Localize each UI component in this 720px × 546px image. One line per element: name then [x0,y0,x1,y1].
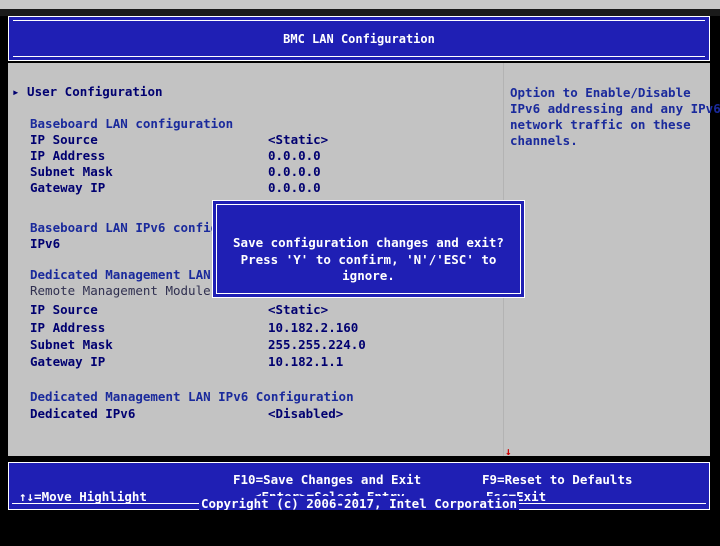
key-help-footer: ↑↓=Move Highlight F10=Save Changes and E… [8,462,710,511]
help-line: Option to Enable/Disable [510,85,691,100]
rmm-label: Remote Management Module [30,283,211,298]
page-title: BMC LAN Configuration [283,32,435,46]
top-gray-strip [0,0,720,9]
setting-label: Gateway IP [30,180,106,195]
help-text: Option to Enable/Disable IPv6 addressing… [510,85,720,149]
top-dark-strip [0,9,720,16]
dedicated-ipv6-value[interactable]: <Disabled> [268,406,343,422]
setting-label: Dedicated IPv6 [30,406,136,421]
dedicated-subnet-mask-value[interactable]: 255.255.224.0 [268,337,366,353]
setting-label: Gateway IP [30,354,106,369]
setting-label: IP Address [30,148,106,163]
help-line: IPv6 addressing and any IPv6 [510,101,720,116]
setting-label: Subnet Mask [30,164,113,179]
setting-label: Subnet Mask [30,337,113,352]
dialog-question: Save configuration changes and exit? [233,235,504,250]
dedicated-gateway-value[interactable]: 10.182.1.1 [268,354,343,370]
section-baseboard-ipv6-heading: Baseboard LAN IPv6 config [30,220,219,235]
reset-defaults-hint[interactable]: F9=Reset to Defaults [482,472,633,488]
dialog-instructions: Press 'Y' to confirm, 'N'/'ESC' to ignor… [240,252,497,283]
bottom-black-strip [0,510,720,546]
help-line: channels. [510,133,578,148]
save-exit-hint[interactable]: F10=Save Changes and Exit [233,472,421,488]
title-bar: BMC LAN Configuration [8,16,710,61]
dedicated-ip-address-value[interactable]: 10.182.2.160 [268,320,358,336]
scroll-down-arrow-icon[interactable]: ↓ [505,444,512,460]
title-rule-top [13,20,705,21]
setting-label: IP Source [30,302,98,317]
setting-label: IP Source [30,132,98,147]
menu-user-configuration[interactable]: ▸ User Configuration [12,84,163,100]
section-baseboard-heading: Baseboard LAN configuration [30,116,234,131]
save-exit-dialog: Save configuration changes and exit? Pre… [212,200,525,298]
baseboard-ip-source-value[interactable]: <Static> [268,132,328,148]
title-rule-bottom [13,56,705,57]
copyright-text: Copyright (c) 2006-2017, Intel Corporati… [198,496,520,511]
setting-label[interactable]: IPv6 [30,236,60,252]
help-line: network traffic on these [510,117,691,132]
section-dedicated-ipv6-heading: Dedicated Management LAN IPv6 Configurat… [30,389,354,404]
baseboard-gateway-value[interactable]: 0.0.0.0 [268,180,321,196]
section-dedicated-heading: Dedicated Management LAN [30,267,211,282]
baseboard-ip-address-value[interactable]: 0.0.0.0 [268,148,321,164]
dedicated-ip-source-value[interactable]: <Static> [268,302,328,318]
baseboard-subnet-mask-value[interactable]: 0.0.0.0 [268,164,321,180]
setting-label: IP Address [30,320,106,335]
